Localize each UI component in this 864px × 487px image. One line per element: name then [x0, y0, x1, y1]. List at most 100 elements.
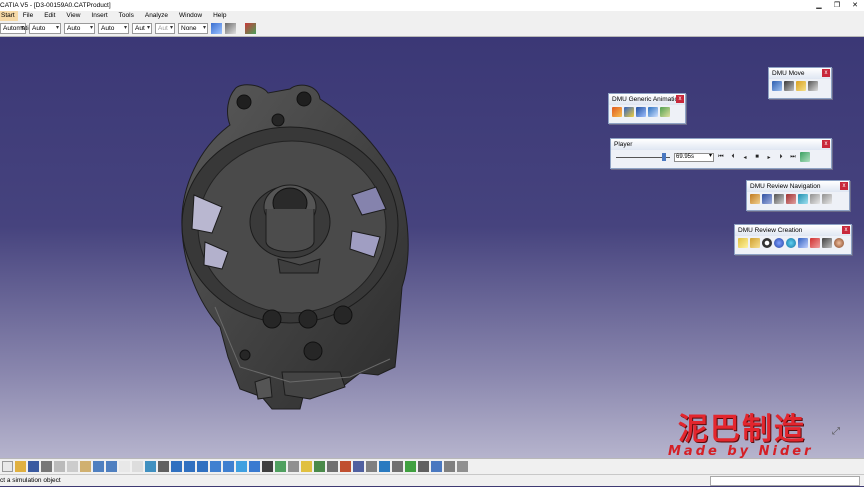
compile-simulation-icon[interactable]: [624, 107, 634, 117]
compass-icon[interactable]: [379, 461, 390, 472]
step-forward-icon[interactable]: ⏵: [776, 154, 786, 161]
jump-end-icon[interactable]: ⏭: [788, 154, 798, 161]
paste-icon[interactable]: [80, 461, 91, 472]
step-back-icon[interactable]: ⏴: [728, 154, 738, 161]
menu-insert[interactable]: Insert: [86, 11, 113, 21]
restore-button[interactable]: ❐: [828, 0, 846, 11]
zoom-in-icon[interactable]: [210, 461, 221, 472]
simulation-player-icon[interactable]: [648, 107, 658, 117]
pan-icon[interactable]: [184, 461, 195, 472]
simulation-icon[interactable]: [612, 107, 622, 117]
hide-show-icon[interactable]: [275, 461, 286, 472]
play-back-icon[interactable]: ◂: [740, 154, 750, 161]
edit-sequence-icon[interactable]: [660, 107, 670, 117]
sphere-icon[interactable]: [774, 238, 784, 248]
point-type-combo[interactable]: Aut: [132, 23, 152, 34]
link-icon[interactable]: [431, 461, 442, 472]
close-icon[interactable]: x: [676, 95, 684, 103]
menu-help[interactable]: Help: [208, 11, 232, 21]
normal-view-icon[interactable]: [236, 461, 247, 472]
manipulation-icon[interactable]: [314, 461, 325, 472]
jump-start-icon[interactable]: ⏮: [716, 154, 726, 161]
move-icon[interactable]: [772, 81, 782, 91]
annotation-tool-icon[interactable]: [405, 461, 416, 472]
play-forward-icon[interactable]: ▸: [764, 154, 774, 161]
shading-icon[interactable]: [262, 461, 273, 472]
rotate-icon[interactable]: [197, 461, 208, 472]
parameters-icon[interactable]: [800, 152, 810, 162]
iso-view-icon[interactable]: [249, 461, 260, 472]
layer-combo-disabled[interactable]: Aut: [155, 23, 175, 34]
replay-icon[interactable]: [636, 107, 646, 117]
graphic-properties-icon[interactable]: [225, 23, 236, 34]
clash-icon[interactable]: [340, 461, 351, 472]
swap-visible-icon[interactable]: [288, 461, 299, 472]
constraint-icon[interactable]: [327, 461, 338, 472]
copy-icon[interactable]: [67, 461, 78, 472]
annotation-icon[interactable]: [762, 194, 772, 204]
menu-edit[interactable]: Edit: [39, 11, 61, 21]
whats-this-icon[interactable]: [119, 461, 130, 472]
explode-icon[interactable]: [808, 81, 818, 91]
close-icon[interactable]: x: [822, 140, 830, 148]
hyperlink-icon[interactable]: [822, 238, 832, 248]
cut-icon[interactable]: [54, 461, 65, 472]
menu-start[interactable]: Start: [0, 11, 18, 21]
close-icon[interactable]: x: [822, 69, 830, 77]
undo-view-icon[interactable]: [810, 194, 820, 204]
snap-icon[interactable]: [784, 81, 794, 91]
mirror-icon[interactable]: [444, 461, 455, 472]
redo-icon[interactable]: [106, 461, 117, 472]
review-list-icon[interactable]: [750, 194, 760, 204]
smart-move-icon[interactable]: [796, 81, 806, 91]
3d-viewport[interactable]: DMU Move x DMU Generic Animation x Player x…: [0, 37, 864, 458]
formula-icon[interactable]: [132, 461, 143, 472]
format-painter-icon[interactable]: [245, 23, 256, 34]
color-combo[interactable]: Automatic: [0, 23, 32, 34]
menu-analyze[interactable]: Analyze: [140, 11, 174, 21]
layer-combo[interactable]: None: [178, 23, 208, 34]
flag-icon[interactable]: [810, 238, 820, 248]
redo-view-icon[interactable]: [822, 194, 832, 204]
save-icon[interactable]: [28, 461, 39, 472]
globe-icon[interactable]: [786, 238, 796, 248]
folder-icon[interactable]: [750, 238, 760, 248]
print-icon[interactable]: [41, 461, 52, 472]
minimize-button[interactable]: ▁: [810, 0, 828, 11]
paint-icon[interactable]: [211, 23, 222, 34]
close-icon[interactable]: x: [840, 182, 848, 190]
command-input[interactable]: [710, 476, 860, 486]
new-review-icon[interactable]: [738, 238, 748, 248]
scene-icon[interactable]: [786, 194, 796, 204]
menu-file[interactable]: File: [18, 11, 39, 21]
speed-slider[interactable]: [614, 153, 672, 161]
layout-icon[interactable]: [457, 461, 468, 472]
compass-axis-icon[interactable]: ⤢: [832, 426, 840, 437]
speed-field[interactable]: 69.95s: [674, 152, 714, 162]
fly-icon[interactable]: [798, 194, 808, 204]
info-icon[interactable]: [762, 238, 772, 248]
palette-icon[interactable]: [834, 238, 844, 248]
open-icon[interactable]: [15, 461, 26, 472]
measure-icon[interactable]: [145, 461, 156, 472]
menu-view[interactable]: View: [61, 11, 86, 21]
menu-window[interactable]: Window: [174, 11, 208, 21]
camera-icon[interactable]: [418, 461, 429, 472]
fly-mode-icon[interactable]: [158, 461, 169, 472]
zoom-out-icon[interactable]: [223, 461, 234, 472]
transparency-combo[interactable]: Auto: [29, 23, 61, 34]
menu-tools[interactable]: Tools: [114, 11, 140, 21]
cut-icon[interactable]: [798, 238, 808, 248]
catalog-icon[interactable]: [301, 461, 312, 472]
axis-icon[interactable]: [392, 461, 403, 472]
sectioning-icon[interactable]: [353, 461, 364, 472]
line-thickness-combo[interactable]: Auto: [64, 23, 95, 34]
new-icon[interactable]: [2, 461, 13, 472]
undo-icon[interactable]: [93, 461, 104, 472]
distance-icon[interactable]: [366, 461, 377, 472]
line-type-combo[interactable]: Auto: [98, 23, 129, 34]
select-icon[interactable]: [171, 461, 182, 472]
close-button[interactable]: ✕: [846, 0, 864, 11]
group-icon[interactable]: [774, 194, 784, 204]
stop-icon[interactable]: ■: [752, 154, 762, 160]
